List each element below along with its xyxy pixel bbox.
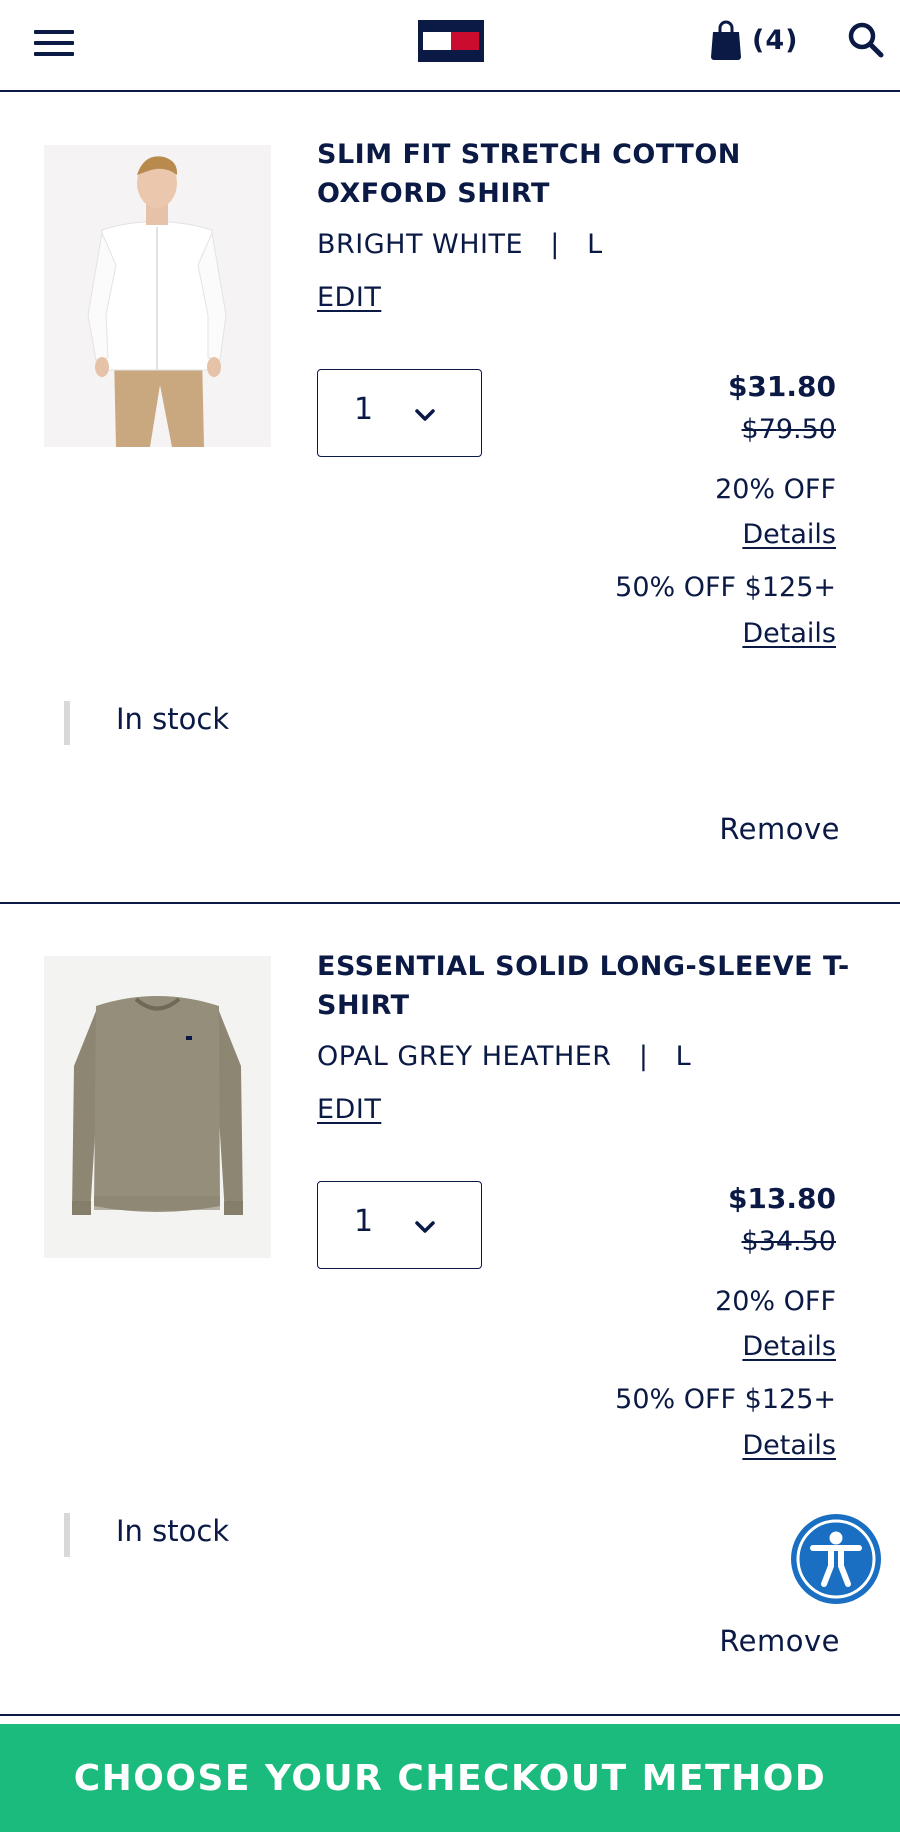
promo-percent-off: 20% OFF (715, 474, 836, 505)
promo-details-link[interactable]: Details (742, 1430, 836, 1461)
shopping-bag-icon (711, 20, 741, 60)
promo-percent-off: 20% OFF (715, 1286, 836, 1317)
chevron-down-icon (415, 1221, 435, 1233)
edit-link[interactable]: EDIT (317, 1094, 381, 1125)
stock-indicator (64, 701, 70, 745)
quantity-value: 1 (354, 392, 374, 427)
site-header: (4) (0, 0, 900, 92)
promo-details-link[interactable]: Details (742, 519, 836, 550)
checkout-label: CHOOSE YOUR CHECKOUT METHOD (73, 1757, 827, 1799)
search-icon[interactable] (846, 20, 886, 60)
original-price: $79.50 (741, 414, 836, 445)
cart-item: SLIM FIT STRETCH COTTON OXFORD SHIRT BRI… (0, 92, 900, 902)
cart-item: ESSENTIAL SOLID LONG-SLEEVE T-SHIRT OPAL… (0, 904, 900, 1714)
stock-status: In stock (116, 1514, 230, 1548)
chevron-down-icon (415, 409, 435, 421)
quantity-select[interactable]: 1 (317, 1181, 482, 1269)
product-name[interactable]: ESSENTIAL SOLID LONG-SLEEVE T-SHIRT (317, 947, 857, 1025)
item-divider (0, 1714, 900, 1716)
product-name[interactable]: SLIM FIT STRETCH COTTON OXFORD SHIRT (317, 135, 857, 213)
product-variant: OPAL GREY HEATHER | L (317, 1041, 692, 1072)
product-image[interactable] (44, 145, 271, 447)
accessibility-button[interactable] (791, 1514, 881, 1604)
accessibility-person-icon (796, 1519, 876, 1599)
sale-price: $31.80 (727, 370, 836, 403)
stock-status: In stock (116, 702, 230, 736)
cart-count: (4) (752, 24, 799, 56)
brand-logo[interactable] (418, 20, 484, 62)
cart-button[interactable]: (4) (710, 18, 798, 62)
product-image[interactable] (44, 956, 271, 1258)
edit-link[interactable]: EDIT (317, 282, 381, 313)
promo-threshold-off: 50% OFF $125+ (615, 1384, 836, 1415)
promo-details-link[interactable]: Details (742, 618, 836, 649)
remove-button[interactable]: Remove (719, 812, 840, 846)
checkout-button[interactable]: CHOOSE YOUR CHECKOUT METHOD (0, 1724, 900, 1832)
original-price: $34.50 (741, 1226, 836, 1257)
quantity-value: 1 (354, 1204, 374, 1239)
stock-indicator (64, 1513, 70, 1557)
remove-button[interactable]: Remove (719, 1624, 840, 1658)
promo-details-link[interactable]: Details (742, 1331, 836, 1362)
product-variant: BRIGHT WHITE | L (317, 229, 603, 260)
menu-icon[interactable] (34, 28, 76, 58)
promo-threshold-off: 50% OFF $125+ (615, 572, 836, 603)
sale-price: $13.80 (727, 1182, 836, 1215)
quantity-select[interactable]: 1 (317, 369, 482, 457)
